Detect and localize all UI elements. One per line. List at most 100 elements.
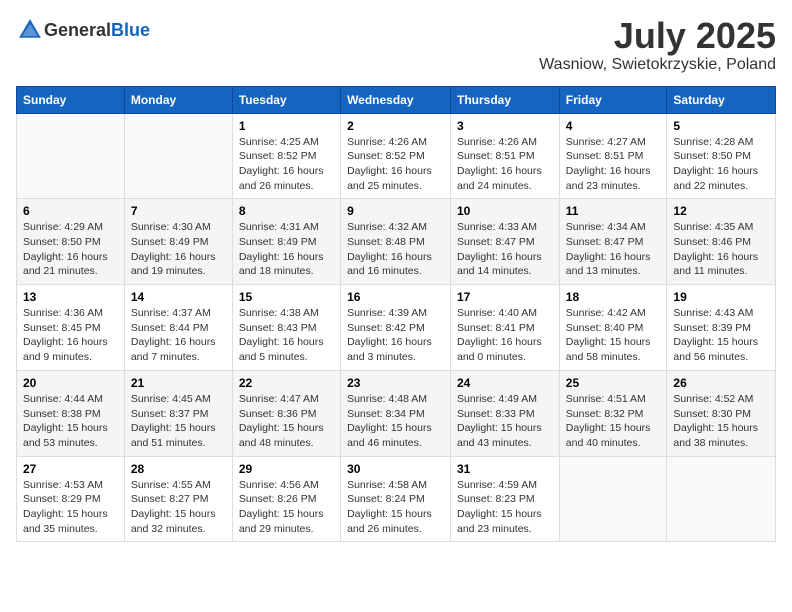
title-block: July 2025 Wasniow, Swietokrzyskie, Polan…: [539, 16, 776, 74]
day-info: Sunrise: 4:38 AMSunset: 8:43 PMDaylight:…: [239, 306, 334, 365]
day-info: Sunrise: 4:36 AMSunset: 8:45 PMDaylight:…: [23, 306, 118, 365]
calendar-cell: 5 Sunrise: 4:28 AMSunset: 8:50 PMDaylight…: [667, 113, 776, 199]
day-number: 10: [457, 204, 553, 218]
day-number: 18: [566, 290, 661, 304]
day-of-week-thursday: Thursday: [451, 86, 560, 113]
calendar-cell: 21 Sunrise: 4:45 AMSunset: 8:37 PMDayligh…: [124, 370, 232, 456]
day-number: 4: [566, 119, 661, 133]
day-info: Sunrise: 4:33 AMSunset: 8:47 PMDaylight:…: [457, 220, 553, 279]
day-number: 17: [457, 290, 553, 304]
day-of-week-sunday: Sunday: [17, 86, 125, 113]
day-info: Sunrise: 4:53 AMSunset: 8:29 PMDaylight:…: [23, 478, 118, 537]
day-number: 22: [239, 376, 334, 390]
week-row-5: 27 Sunrise: 4:53 AMSunset: 8:29 PMDayligh…: [17, 456, 776, 542]
calendar-cell: 12Sunrise: 4:35 AMSunset: 8:46 PMDayligh…: [667, 199, 776, 285]
calendar-cell: 7 Sunrise: 4:30 AMSunset: 8:49 PMDaylight…: [124, 199, 232, 285]
day-number: 28: [131, 462, 226, 476]
calendar-cell: 13 Sunrise: 4:36 AMSunset: 8:45 PMDayligh…: [17, 285, 125, 371]
day-number: 6: [23, 204, 118, 218]
day-number: 11: [566, 204, 661, 218]
day-number: 1: [239, 119, 334, 133]
day-number: 3: [457, 119, 553, 133]
calendar-cell: 20 Sunrise: 4:44 AMSunset: 8:38 PMDayligh…: [17, 370, 125, 456]
calendar-cell: 11 Sunrise: 4:34 AMSunset: 8:47 PMDayligh…: [559, 199, 667, 285]
calendar-cell: 4 Sunrise: 4:27 AMSunset: 8:51 PMDaylight…: [559, 113, 667, 199]
day-info: Sunrise: 4:28 AMSunset: 8:50 PMDaylight:…: [673, 135, 769, 194]
day-info: Sunrise: 4:47 AMSunset: 8:36 PMDaylight:…: [239, 392, 334, 451]
logo-icon: [16, 16, 44, 44]
day-info: Sunrise: 4:26 AMSunset: 8:52 PMDaylight:…: [347, 135, 444, 194]
calendar-cell: 10 Sunrise: 4:33 AMSunset: 8:47 PMDayligh…: [451, 199, 560, 285]
day-number: 9: [347, 204, 444, 218]
day-of-week-saturday: Saturday: [667, 86, 776, 113]
calendar-cell: 23 Sunrise: 4:48 AMSunset: 8:34 PMDayligh…: [341, 370, 451, 456]
day-info: Sunrise: 4:40 AMSunset: 8:41 PMDaylight:…: [457, 306, 553, 365]
day-number: 5: [673, 119, 769, 133]
day-info: Sunrise: 4:30 AMSunset: 8:49 PMDaylight:…: [131, 220, 226, 279]
calendar-table: SundayMondayTuesdayWednesdayThursdayFrid…: [16, 86, 776, 543]
day-number: 12: [673, 204, 769, 218]
calendar-cell: 28 Sunrise: 4:55 AMSunset: 8:27 PMDayligh…: [124, 456, 232, 542]
day-info: Sunrise: 4:25 AMSunset: 8:52 PMDaylight:…: [239, 135, 334, 194]
calendar-cell: 27 Sunrise: 4:53 AMSunset: 8:29 PMDayligh…: [17, 456, 125, 542]
day-of-week-tuesday: Tuesday: [232, 86, 340, 113]
day-number: 29: [239, 462, 334, 476]
day-of-week-wednesday: Wednesday: [341, 86, 451, 113]
calendar-cell: 6 Sunrise: 4:29 AMSunset: 8:50 PMDaylight…: [17, 199, 125, 285]
day-of-week-monday: Monday: [124, 86, 232, 113]
calendar-cell: 24 Sunrise: 4:49 AMSunset: 8:33 PMDayligh…: [451, 370, 560, 456]
day-number: 20: [23, 376, 118, 390]
day-number: 27: [23, 462, 118, 476]
day-number: 13: [23, 290, 118, 304]
day-info: Sunrise: 4:58 AMSunset: 8:24 PMDaylight:…: [347, 478, 444, 537]
day-number: 15: [239, 290, 334, 304]
day-number: 7: [131, 204, 226, 218]
day-info: Sunrise: 4:31 AMSunset: 8:49 PMDaylight:…: [239, 220, 334, 279]
day-number: 8: [239, 204, 334, 218]
day-number: 25: [566, 376, 661, 390]
calendar-cell: 31 Sunrise: 4:59 AMSunset: 8:23 PMDayligh…: [451, 456, 560, 542]
day-number: 26: [673, 376, 769, 390]
day-info: Sunrise: 4:42 AMSunset: 8:40 PMDaylight:…: [566, 306, 661, 365]
day-number: 24: [457, 376, 553, 390]
day-info: Sunrise: 4:37 AMSunset: 8:44 PMDaylight:…: [131, 306, 226, 365]
day-number: 19: [673, 290, 769, 304]
day-info: Sunrise: 4:48 AMSunset: 8:34 PMDaylight:…: [347, 392, 444, 451]
calendar-cell: 17 Sunrise: 4:40 AMSunset: 8:41 PMDayligh…: [451, 285, 560, 371]
day-info: Sunrise: 4:56 AMSunset: 8:26 PMDaylight:…: [239, 478, 334, 537]
day-number: 31: [457, 462, 553, 476]
logo-general: General: [44, 20, 111, 40]
day-info: Sunrise: 4:52 AMSunset: 8:30 PMDaylight:…: [673, 392, 769, 451]
calendar-cell: 22 Sunrise: 4:47 AMSunset: 8:36 PMDayligh…: [232, 370, 340, 456]
week-row-2: 6 Sunrise: 4:29 AMSunset: 8:50 PMDaylight…: [17, 199, 776, 285]
day-number: 21: [131, 376, 226, 390]
calendar-cell: 18 Sunrise: 4:42 AMSunset: 8:40 PMDayligh…: [559, 285, 667, 371]
location-title: Wasniow, Swietokrzyskie, Poland: [539, 56, 776, 74]
calendar-cell: 30Sunrise: 4:58 AMSunset: 8:24 PMDayligh…: [341, 456, 451, 542]
calendar-cell: [559, 456, 667, 542]
page-header: GeneralBlue July 2025 Wasniow, Swietokrz…: [16, 16, 776, 74]
day-number: 23: [347, 376, 444, 390]
day-info: Sunrise: 4:34 AMSunset: 8:47 PMDaylight:…: [566, 220, 661, 279]
logo-blue: Blue: [111, 20, 150, 40]
calendar-cell: 15 Sunrise: 4:38 AMSunset: 8:43 PMDayligh…: [232, 285, 340, 371]
day-info: Sunrise: 4:55 AMSunset: 8:27 PMDaylight:…: [131, 478, 226, 537]
day-info: Sunrise: 4:44 AMSunset: 8:38 PMDaylight:…: [23, 392, 118, 451]
logo: GeneralBlue: [16, 16, 150, 44]
calendar-cell: [124, 113, 232, 199]
day-info: Sunrise: 4:59 AMSunset: 8:23 PMDaylight:…: [457, 478, 553, 537]
calendar-cell: 26 Sunrise: 4:52 AMSunset: 8:30 PMDayligh…: [667, 370, 776, 456]
week-row-4: 20 Sunrise: 4:44 AMSunset: 8:38 PMDayligh…: [17, 370, 776, 456]
day-info: Sunrise: 4:49 AMSunset: 8:33 PMDaylight:…: [457, 392, 553, 451]
day-info: Sunrise: 4:45 AMSunset: 8:37 PMDaylight:…: [131, 392, 226, 451]
day-info: Sunrise: 4:29 AMSunset: 8:50 PMDaylight:…: [23, 220, 118, 279]
calendar-cell: 9 Sunrise: 4:32 AMSunset: 8:48 PMDaylight…: [341, 199, 451, 285]
day-info: Sunrise: 4:26 AMSunset: 8:51 PMDaylight:…: [457, 135, 553, 194]
week-row-3: 13 Sunrise: 4:36 AMSunset: 8:45 PMDayligh…: [17, 285, 776, 371]
calendar-cell: 16Sunrise: 4:39 AMSunset: 8:42 PMDayligh…: [341, 285, 451, 371]
calendar-cell: 29 Sunrise: 4:56 AMSunset: 8:26 PMDayligh…: [232, 456, 340, 542]
day-info: Sunrise: 4:32 AMSunset: 8:48 PMDaylight:…: [347, 220, 444, 279]
day-info: Sunrise: 4:39 AMSunset: 8:42 PMDaylight:…: [347, 306, 444, 365]
calendar-cell: 1 Sunrise: 4:25 AMSunset: 8:52 PMDaylight…: [232, 113, 340, 199]
day-info: Sunrise: 4:27 AMSunset: 8:51 PMDaylight:…: [566, 135, 661, 194]
